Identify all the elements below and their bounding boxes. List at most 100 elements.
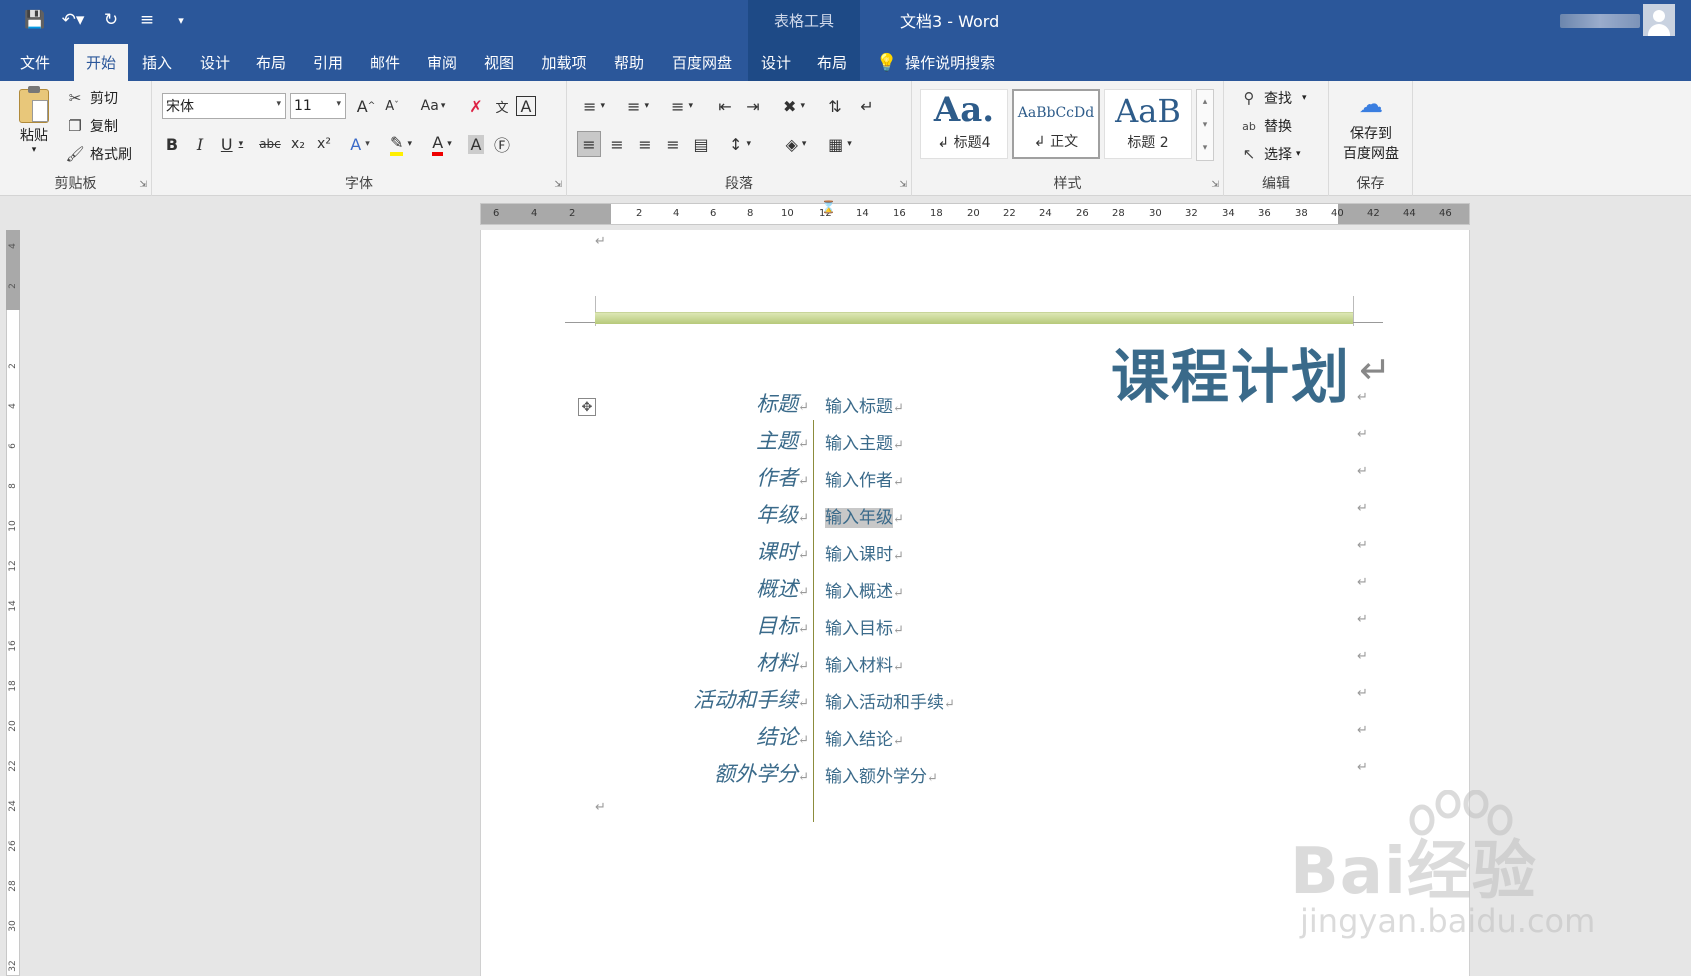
undo-icon[interactable]: ↶▾ (56, 6, 90, 34)
tab-baidu-netdisk[interactable]: 百度网盘 (662, 44, 742, 81)
character-shading-icon[interactable]: A (464, 131, 488, 157)
field-label[interactable]: 结论↵ (756, 721, 809, 751)
italic-button[interactable]: I (188, 131, 212, 157)
tab-home[interactable]: 开始 (74, 44, 128, 81)
chevron-up-icon[interactable]: ▴ (1203, 97, 1208, 107)
field-value[interactable]: 输入作者↵ (825, 466, 904, 491)
enclose-characters-icon[interactable]: Ⓕ (490, 131, 514, 157)
font-name-combo[interactable]: 宋体 ▾ (162, 93, 286, 119)
chinese-layout-icon[interactable]: ✖ ▾ (775, 93, 813, 119)
subscript-button[interactable]: x₂ (286, 131, 310, 157)
tab-insert[interactable]: 插入 (130, 44, 184, 81)
indent-marker-icon[interactable]: ⌛ (821, 200, 836, 214)
distributed-icon[interactable]: ▤ (689, 131, 713, 157)
customize-qat-icon[interactable]: ▾ (172, 6, 190, 34)
highlight-color-icon[interactable]: ✎ ▾ (382, 131, 420, 157)
chevron-down-icon[interactable]: ▾ (1203, 120, 1208, 130)
format-painter-button[interactable]: 🖌 格式刷 (64, 143, 132, 165)
dialog-launcher-icon[interactable]: ⇲ (1211, 180, 1219, 190)
field-label[interactable]: 额外学分↵ (714, 758, 809, 788)
shrink-font-button[interactable]: Aˇ (380, 93, 404, 119)
multilevel-list-icon[interactable]: ≡ ▾ (663, 93, 701, 119)
numbering-icon[interactable]: ≡ ▾ (619, 93, 657, 119)
justify-icon[interactable]: ≡ (661, 131, 685, 157)
touch-mode-icon[interactable]: ≡ (134, 6, 160, 34)
paste-button[interactable]: 粘贴 ▾ (14, 86, 54, 155)
style-heading4[interactable]: Aa. ↲ 标题4 (920, 89, 1008, 159)
tab-references[interactable]: 引用 (301, 44, 355, 81)
field-value[interactable]: 输入活动和手续↵ (825, 688, 955, 713)
tab-view[interactable]: 视图 (472, 44, 526, 81)
tab-help[interactable]: 帮助 (602, 44, 656, 81)
style-heading2[interactable]: AaB 标题 2 (1104, 89, 1192, 159)
underline-button[interactable]: U ▾ (214, 131, 250, 157)
field-label[interactable]: 课时↵ (756, 536, 809, 566)
align-center-icon[interactable]: ≡ (605, 131, 629, 157)
horizontal-ruler[interactable]: 6 4 2 2 4 6 8 10 12 14 16 18 20 22 24 26… (480, 200, 1470, 225)
tell-me-search[interactable]: 💡 操作说明搜索 (876, 44, 995, 81)
clear-formatting-icon[interactable]: ✗ (464, 93, 488, 119)
field-value[interactable]: 输入结论↵ (825, 725, 904, 750)
font-size-combo[interactable]: 11 ▾ (290, 93, 346, 119)
decrease-indent-icon[interactable]: ⇤ (713, 93, 737, 119)
tab-table-design[interactable]: 设计 (748, 44, 804, 81)
select-button[interactable]: ↖ 选择 ▾ (1238, 143, 1301, 165)
grow-font-button[interactable]: A ^ (354, 93, 378, 119)
avatar[interactable] (1643, 4, 1675, 36)
more-styles-icon[interactable]: ▾ (1203, 143, 1208, 153)
tab-mailings[interactable]: 邮件 (358, 44, 412, 81)
field-value[interactable]: 输入材料↵ (825, 651, 904, 676)
align-left-icon[interactable]: ≡ (577, 131, 601, 157)
field-value[interactable]: 输入标题↵ (825, 392, 904, 417)
strikethrough-button[interactable]: abc (256, 131, 284, 157)
dialog-launcher-icon[interactable]: ⇲ (139, 180, 147, 190)
field-value[interactable]: 输入额外学分↵ (825, 762, 938, 787)
show-formatting-marks-icon[interactable]: ↵ (855, 93, 879, 119)
field-label[interactable]: 活动和手续↵ (693, 684, 809, 714)
field-label[interactable]: 年级↵ (756, 499, 809, 529)
superscript-button[interactable]: x² (312, 131, 336, 157)
find-button[interactable]: ⚲ 查找 ▾ (1238, 87, 1307, 109)
field-label[interactable]: 主题↵ (756, 425, 809, 455)
font-color-icon[interactable]: A ▾ (424, 131, 460, 157)
document-title[interactable]: 课程计划 (1111, 330, 1351, 414)
tab-design[interactable]: 设计 (188, 44, 242, 81)
copy-button[interactable]: ❐ 复制 (64, 115, 118, 137)
field-label[interactable]: 作者↵ (756, 462, 809, 492)
save-icon[interactable]: 💾 (22, 6, 48, 34)
vertical-ruler[interactable]: 4 2 2 4 6 8 10 12 14 16 18 20 22 24 26 2… (0, 205, 26, 976)
phonetic-guide-icon[interactable]: 文 (490, 93, 514, 119)
field-value[interactable]: 输入主题↵ (825, 429, 904, 454)
field-value[interactable]: 输入课时↵ (825, 540, 904, 565)
field-label[interactable]: 标题↵ (756, 388, 809, 418)
field-value[interactable]: 输入年级↵ (825, 503, 904, 528)
table-move-handle-icon[interactable]: ✥ (578, 398, 596, 416)
save-to-baidu-button[interactable]: ☁ 保存到 百度网盘 (1335, 89, 1407, 163)
tab-file[interactable]: 文件 (8, 44, 62, 81)
bold-button[interactable]: B (160, 131, 184, 157)
shading-icon[interactable]: ◈ ▾ (777, 131, 815, 157)
character-border-icon[interactable]: A (516, 96, 536, 116)
tab-table-layout[interactable]: 布局 (804, 44, 860, 81)
tab-review[interactable]: 审阅 (415, 44, 469, 81)
replace-button[interactable]: ab 替换 (1238, 115, 1292, 137)
borders-icon[interactable]: ▦ ▾ (821, 131, 859, 157)
field-label[interactable]: 目标↵ (756, 610, 809, 640)
redo-icon[interactable]: ↻ (98, 6, 124, 34)
increase-indent-icon[interactable]: ⇥ (741, 93, 765, 119)
cut-button[interactable]: ✂ 剪切 (64, 87, 118, 109)
styles-gallery-scroll[interactable]: ▴ ▾ ▾ (1196, 89, 1214, 161)
tab-layout[interactable]: 布局 (244, 44, 298, 81)
field-value[interactable]: 输入目标↵ (825, 614, 904, 639)
tab-addins[interactable]: 加载项 (530, 44, 598, 81)
text-effects-icon[interactable]: A ▾ (342, 131, 378, 157)
field-label[interactable]: 材料↵ (756, 647, 809, 677)
user-name-blurred[interactable] (1560, 14, 1640, 28)
field-value[interactable]: 输入概述↵ (825, 577, 904, 602)
field-label[interactable]: 概述↵ (756, 573, 809, 603)
line-spacing-icon[interactable]: ↕ ▾ (721, 131, 759, 157)
change-case-button[interactable]: Aa ▾ (414, 93, 452, 119)
sort-icon[interactable]: ⇅ (823, 93, 847, 119)
align-right-icon[interactable]: ≡ (633, 131, 657, 157)
dialog-launcher-icon[interactable]: ⇲ (554, 180, 562, 190)
